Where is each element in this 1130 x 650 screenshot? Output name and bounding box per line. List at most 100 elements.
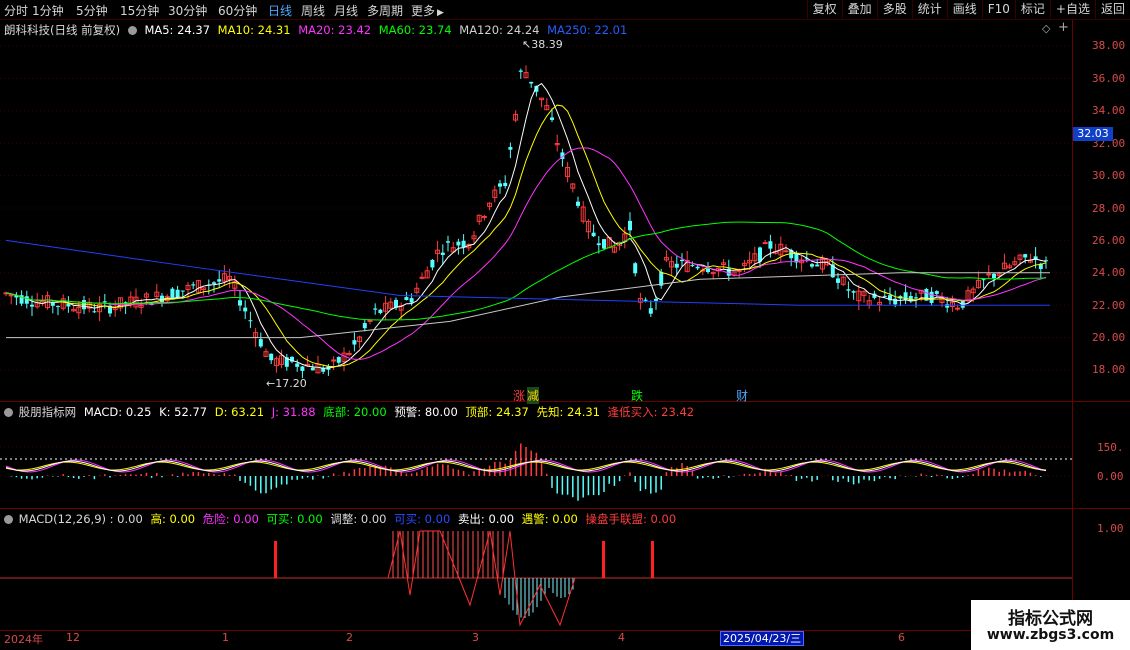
tab-multi-period[interactable]: 多周期 bbox=[367, 2, 403, 19]
candle-body bbox=[258, 339, 263, 347]
candle-body bbox=[508, 147, 513, 150]
y-tick: 26.00 bbox=[1092, 234, 1126, 247]
candle-body bbox=[1023, 254, 1028, 258]
right-button-group: 复权 叠加 多股 统计 画线 F10 标记 +自选 返回 bbox=[806, 0, 1130, 19]
candle-body bbox=[56, 306, 60, 308]
candle-body bbox=[92, 311, 97, 313]
candle-body bbox=[30, 304, 34, 307]
candle-body bbox=[300, 366, 305, 371]
settings-circle-icon[interactable] bbox=[4, 515, 13, 524]
f10-button[interactable]: F10 bbox=[981, 0, 1015, 19]
candle-body bbox=[628, 220, 632, 231]
low-annotation: ←17.20 bbox=[266, 377, 307, 390]
k-value: K: 52.77 bbox=[159, 405, 208, 419]
current-price-tag: 32.03 bbox=[1073, 127, 1113, 141]
low-value: 17.20 bbox=[275, 377, 307, 390]
candle-body bbox=[846, 289, 851, 291]
j-value: J: 31.88 bbox=[271, 405, 316, 419]
x-tick: 4 bbox=[618, 631, 625, 644]
candle-body bbox=[66, 303, 71, 307]
tab-monthly[interactable]: 月线 bbox=[334, 2, 358, 19]
canbuy2-signal: 可买: 0.00 bbox=[394, 512, 451, 526]
high-signal: 高: 0.00 bbox=[150, 512, 196, 526]
candle-body bbox=[591, 232, 596, 237]
signal-label: 涨 bbox=[513, 389, 526, 403]
candle-body bbox=[367, 319, 373, 322]
tab-30min[interactable]: 30分钟 bbox=[168, 2, 207, 19]
high-annotation: ↖38.39 bbox=[522, 38, 563, 51]
x-year-label: 2024年 bbox=[4, 633, 43, 646]
mark-button[interactable]: 标记 bbox=[1014, 0, 1050, 19]
candle-body bbox=[498, 183, 502, 187]
ind1-y-tick: 0.00 bbox=[1097, 470, 1124, 483]
back-button[interactable]: 返回 bbox=[1094, 0, 1130, 19]
candle-body bbox=[336, 357, 341, 363]
candle-body bbox=[102, 301, 107, 303]
candle-body bbox=[24, 296, 29, 304]
candle-body bbox=[238, 300, 242, 306]
y-tick: 20.00 bbox=[1092, 331, 1126, 344]
tab-more[interactable]: 更多 ▶ bbox=[411, 2, 444, 19]
signal-bar bbox=[651, 541, 654, 578]
candle-body bbox=[695, 266, 700, 269]
statistics-button[interactable]: 统计 bbox=[911, 0, 947, 19]
candle-body bbox=[217, 279, 222, 282]
alliance-signal: 操盘手联盟: 0.00 bbox=[585, 512, 677, 526]
tab-15min[interactable]: 15分钟 bbox=[120, 2, 159, 19]
candle-body bbox=[602, 239, 606, 249]
watermark-url: www.zbgs3.com bbox=[986, 627, 1115, 643]
y-tick: 34.00 bbox=[1092, 104, 1126, 117]
signal-label: 减 bbox=[527, 387, 540, 404]
restore-rights-button[interactable]: 复权 bbox=[806, 0, 842, 19]
candle-body bbox=[643, 299, 648, 301]
indicator1-name: 股朋指标网 bbox=[18, 405, 77, 419]
x-tick: 2 bbox=[346, 631, 353, 644]
candle-body bbox=[248, 320, 253, 322]
macd-value: MACD: 0.25 bbox=[83, 405, 152, 419]
candle-body bbox=[430, 259, 435, 268]
prophet-value: 先知: 24.31 bbox=[536, 405, 600, 419]
canbuy-signal: 可买: 0.00 bbox=[266, 512, 323, 526]
y-tick: 22.00 bbox=[1092, 299, 1126, 312]
indicator2-name: MACD(12,26,9) bbox=[18, 512, 106, 526]
add-watchlist-button[interactable]: +自选 bbox=[1049, 0, 1095, 19]
overlay-button[interactable]: 叠加 bbox=[841, 0, 877, 19]
candle-body bbox=[295, 363, 300, 367]
tab-weekly[interactable]: 周线 bbox=[301, 2, 325, 19]
tab-5min[interactable]: 5分钟 bbox=[76, 2, 108, 19]
settings-circle-icon[interactable] bbox=[4, 408, 13, 417]
tab-fenshi[interactable]: 分时 bbox=[4, 2, 28, 19]
indicator2-value: : 0.00 bbox=[109, 512, 143, 526]
multi-stock-button[interactable]: 多股 bbox=[876, 0, 912, 19]
candlestick-chart[interactable] bbox=[0, 20, 1072, 400]
candle-body bbox=[518, 70, 523, 72]
ma10-line bbox=[5, 104, 1047, 368]
tab-1min[interactable]: 1分钟 bbox=[32, 2, 64, 19]
bottom-value: 底部: 20.00 bbox=[323, 405, 387, 419]
draw-line-button[interactable]: 画线 bbox=[946, 0, 982, 19]
warn-value: 预警: 80.00 bbox=[394, 405, 458, 419]
indicator1-legend: 股朋指标网 MACD: 0.25 K: 52.77 D: 63.21 J: 31… bbox=[4, 404, 698, 420]
y-tick: 24.00 bbox=[1092, 266, 1126, 279]
tab-60min[interactable]: 60分钟 bbox=[218, 2, 257, 19]
signal-bar bbox=[602, 541, 605, 578]
meetwarn-signal: 遇警: 0.00 bbox=[521, 512, 578, 526]
y-tick: 28.00 bbox=[1092, 202, 1126, 215]
x-tick: 1 bbox=[222, 631, 229, 644]
candle-body bbox=[851, 291, 856, 293]
candle-body bbox=[955, 307, 961, 310]
period-toolbar: 分时 1分钟 5分钟 15分钟 30分钟 60分钟 日线 周线 月线 多周期 更… bbox=[0, 0, 1130, 20]
x-tick: 6 bbox=[898, 631, 905, 644]
candle-body bbox=[914, 297, 918, 299]
candle-body bbox=[191, 284, 196, 286]
indicator1-chart[interactable] bbox=[0, 420, 1072, 508]
axis-divider bbox=[1072, 20, 1073, 632]
candle-body bbox=[929, 291, 934, 303]
candle-body bbox=[550, 117, 554, 120]
ma5-line bbox=[5, 82, 1047, 369]
candle-body bbox=[461, 240, 466, 248]
danger-signal: 危险: 0.00 bbox=[202, 512, 259, 526]
candle-body bbox=[440, 252, 445, 255]
tab-daily[interactable]: 日线 bbox=[268, 2, 292, 19]
indicator2-chart[interactable] bbox=[0, 525, 1072, 630]
